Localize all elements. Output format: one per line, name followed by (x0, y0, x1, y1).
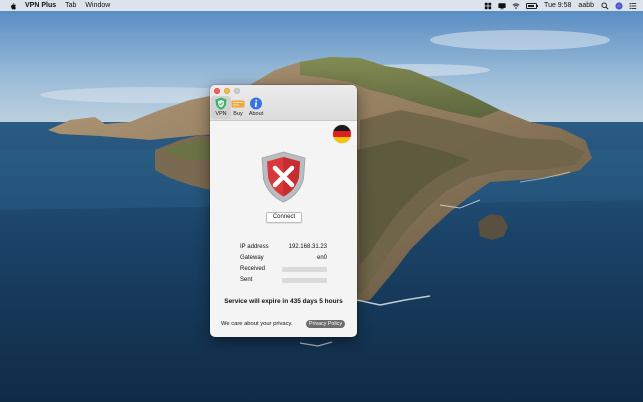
connect-button[interactable]: Connect (266, 212, 302, 223)
received-row: Received (240, 266, 327, 274)
received-value-bar (282, 267, 327, 272)
apple-menu-icon[interactable] (9, 2, 17, 10)
menu-bar: VPN Plus Tab Window Tue 9:58 aabb (0, 0, 643, 11)
app-menu-name[interactable]: VPN Plus (25, 2, 56, 9)
user-name[interactable]: aabb (578, 2, 594, 9)
privacy-policy-button[interactable]: Privacy Policy (306, 320, 345, 328)
tab-buy-label: Buy (233, 111, 243, 117)
buy-ticket-icon (231, 100, 245, 108)
vpn-shield-icon (215, 97, 227, 110)
gateway-row: Gateway en0 (240, 255, 327, 263)
sent-value-bar (282, 278, 327, 283)
info-icon (250, 97, 262, 110)
received-label: Received (240, 266, 266, 272)
window-titlebar: VPN Buy About (210, 85, 357, 121)
wifi-icon[interactable] (512, 2, 520, 10)
grid-icon[interactable] (484, 2, 492, 10)
search-icon[interactable] (601, 2, 609, 10)
ip-address-row: IP address 192.168.31.23 (240, 244, 327, 252)
disconnected-shield-icon (261, 151, 306, 203)
gateway-value: en0 (316, 255, 327, 261)
close-button[interactable] (214, 88, 220, 94)
notification-center-icon[interactable] (629, 2, 637, 10)
ip-address-value: 192.168.31.23 (288, 244, 327, 250)
sent-row: Sent (240, 277, 327, 285)
menu-window[interactable]: Window (85, 2, 110, 9)
siri-icon[interactable] (615, 1, 623, 10)
germany-flag-icon[interactable] (333, 125, 351, 143)
clock[interactable]: Tue 9:58 (544, 2, 571, 9)
tab-about-label: About (248, 111, 264, 117)
vpn-window: VPN Buy About Connect IP address 192.168… (210, 85, 357, 337)
tab-about[interactable]: About (246, 96, 266, 119)
display-icon[interactable] (498, 2, 506, 10)
gateway-label: Gateway (240, 255, 264, 261)
minimize-button[interactable] (224, 88, 230, 94)
menu-tab[interactable]: Tab (65, 2, 76, 9)
tab-buy[interactable]: Buy (228, 96, 248, 119)
privacy-text: We care about your privacy. (221, 321, 293, 327)
battery-icon[interactable] (526, 2, 539, 9)
expiry-text: Service will expire in 435 days 5 hours (224, 298, 343, 305)
zoom-button[interactable] (234, 88, 240, 94)
sent-label: Sent (240, 277, 253, 283)
ip-address-label: IP address (240, 244, 269, 250)
